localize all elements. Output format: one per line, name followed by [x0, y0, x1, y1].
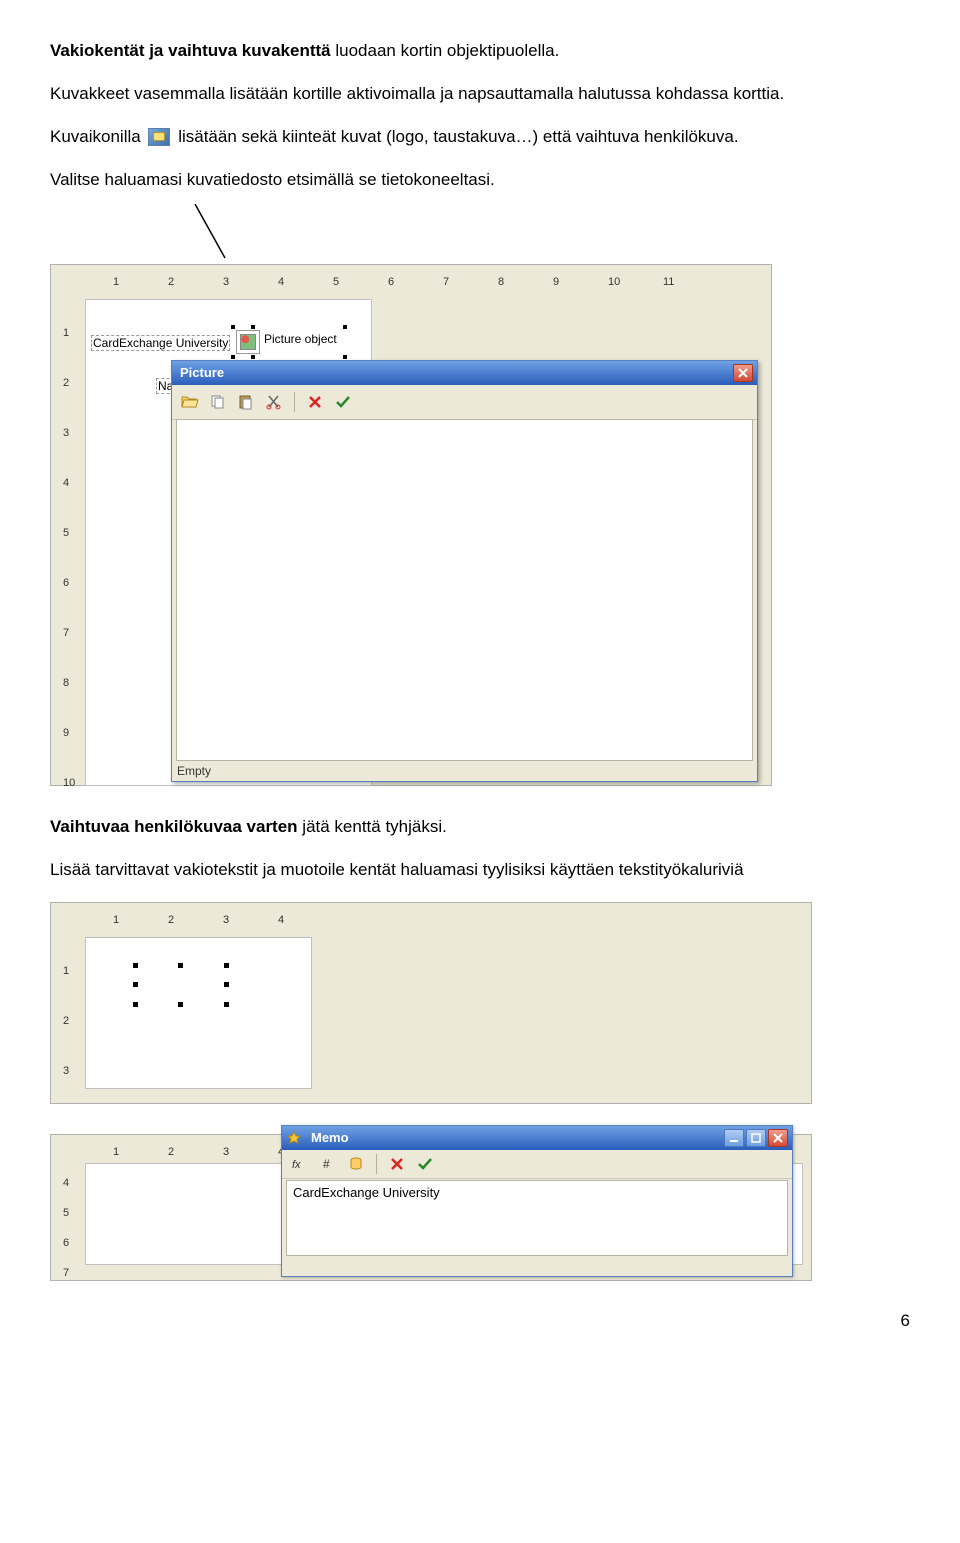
check-green-icon — [417, 1157, 433, 1171]
design-canvas-2[interactable] — [85, 937, 312, 1089]
dialog-body[interactable] — [176, 419, 753, 761]
maximize-icon — [751, 1133, 761, 1143]
memo-close-button[interactable] — [768, 1129, 788, 1147]
toolbar-separator — [294, 392, 295, 412]
arrow-icon — [190, 204, 250, 264]
screenshot-picture-dialog: 1 2 3 4 5 6 7 8 9 10 11 1 2 3 4 5 6 7 8 … — [50, 264, 772, 786]
cut-button[interactable] — [262, 390, 286, 414]
dialog-status: Empty — [177, 764, 211, 778]
dialog-toolbar — [172, 385, 757, 420]
minimize-icon — [729, 1133, 739, 1143]
p1-bold: Vakiokentät ja vaihtuva kuvakenttä — [50, 41, 331, 60]
paragraph-2: Kuvakkeet vasemmalla lisätään kortille a… — [50, 83, 910, 106]
picture-object-label: Picture object — [264, 332, 337, 346]
fx-button[interactable]: fx — [288, 1152, 312, 1176]
paragraph-1: Vakiokentät ja vaihtuva kuvakenttä luoda… — [50, 40, 910, 63]
p3-b: lisätään sekä kiinteät kuvat (logo, taus… — [178, 127, 738, 146]
check-green-icon — [335, 395, 351, 409]
close-icon — [738, 368, 748, 378]
copy-icon — [210, 394, 226, 410]
paragraph-3: Kuvaikonilla lisätään sekä kiinteät kuva… — [50, 126, 910, 149]
vertical-ruler: 1 2 3 4 5 6 7 8 9 10 — [61, 297, 81, 785]
paragraph-6: Lisää tarvittavat vakiotekstit ja muotoi… — [50, 859, 910, 882]
picture-object[interactable] — [236, 330, 260, 354]
database-icon — [349, 1157, 363, 1171]
image-icon — [148, 128, 170, 146]
ok-button[interactable] — [331, 390, 355, 414]
close-button[interactable] — [733, 364, 753, 382]
cut-icon — [266, 394, 282, 410]
vertical-ruler-2: 1 2 3 — [61, 935, 81, 1103]
open-file-button[interactable] — [178, 390, 202, 414]
vertical-ruler-3: 4 5 6 7 — [61, 1167, 81, 1280]
paragraph-5: Vaihtuvaa henkilökuvaa varten jätä kentt… — [50, 816, 910, 839]
memo-ok-button[interactable] — [413, 1152, 437, 1176]
p1-rest: luodaan kortin objektipuolella. — [331, 41, 560, 60]
screenshot-memo-dialog: 1 2 3 4 5 6 7 8 9 10 11 12 13 4 5 6 7 Me… — [50, 1134, 812, 1281]
paste-icon — [238, 394, 254, 410]
minimize-button[interactable] — [724, 1129, 744, 1147]
dialog-title-text: Picture — [176, 365, 224, 380]
p3-a: Kuvaikonilla — [50, 127, 145, 146]
close-icon — [773, 1133, 783, 1143]
horizontal-ruler-2: 1 2 3 4 — [83, 913, 811, 933]
memo-titlebar[interactable]: Memo — [282, 1126, 792, 1150]
dialog-titlebar[interactable]: Picture — [172, 361, 757, 385]
svg-text:fx: fx — [292, 1159, 301, 1171]
folder-open-icon — [181, 394, 199, 410]
copy-button[interactable] — [206, 390, 230, 414]
cross-red-icon — [390, 1157, 404, 1171]
page-number: 6 — [50, 1311, 910, 1331]
svg-text:#: # — [323, 1157, 330, 1171]
p5-rest: jätä kenttä tyhjäksi. — [298, 817, 447, 836]
toolbar-separator — [376, 1154, 377, 1174]
selection-rect[interactable] — [136, 966, 226, 1004]
p5-bold: Vaihtuvaa henkilökuvaa varten — [50, 817, 298, 836]
memo-title-text: Memo — [307, 1130, 349, 1145]
db-button[interactable] — [344, 1152, 368, 1176]
memo-title-icon — [286, 1130, 302, 1146]
memo-toolbar: fx # — [282, 1150, 792, 1179]
paragraph-4: Valitse haluamasi kuvatiedosto etsimällä… — [50, 169, 910, 192]
hash-button[interactable]: # — [316, 1152, 340, 1176]
picture-dialog: Picture — [171, 360, 758, 782]
pointer-line — [50, 212, 910, 252]
memo-cancel-button[interactable] — [385, 1152, 409, 1176]
hash-icon: # — [321, 1157, 335, 1171]
paste-button[interactable] — [234, 390, 258, 414]
cross-red-icon — [308, 395, 322, 409]
fx-icon: fx — [292, 1157, 308, 1171]
screenshot-canvas-2: 1 2 3 4 1 2 3 — [50, 902, 812, 1104]
memo-dialog: Memo fx # — [281, 1125, 793, 1277]
canvas-text-1[interactable]: CardExchange University — [91, 335, 230, 351]
cancel-button[interactable] — [303, 390, 327, 414]
horizontal-ruler: 1 2 3 4 5 6 7 8 9 10 11 — [83, 275, 771, 295]
memo-text-input[interactable]: CardExchange University — [286, 1180, 788, 1256]
maximize-button[interactable] — [746, 1129, 766, 1147]
